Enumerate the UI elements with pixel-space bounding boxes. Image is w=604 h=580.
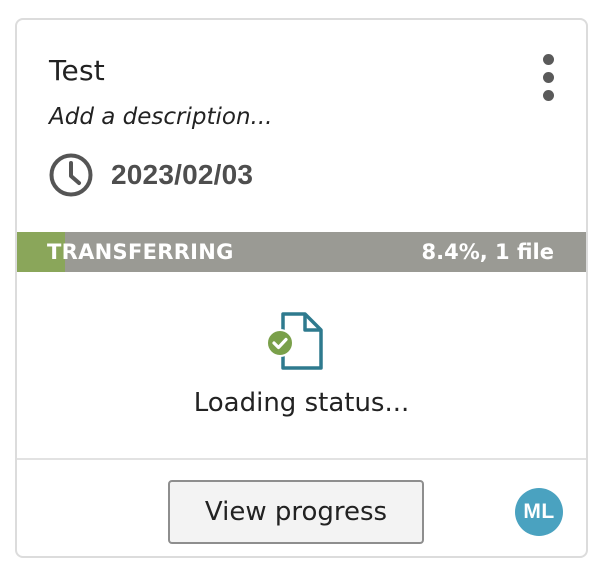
more-options-button[interactable] bbox=[533, 54, 563, 102]
date-row: 2023/02/03 bbox=[49, 152, 253, 198]
transfer-card: Test Add a description... 2023/02/03 TRA… bbox=[15, 18, 588, 558]
status-section: Loading status... bbox=[17, 272, 586, 458]
kebab-menu-icon bbox=[543, 54, 554, 65]
progress-text: 8.4%, 1 file bbox=[421, 240, 554, 264]
clock-icon bbox=[49, 153, 93, 197]
view-progress-button[interactable]: View progress bbox=[168, 480, 424, 544]
user-avatar[interactable]: ML bbox=[515, 488, 563, 536]
status-label: TRANSFERRING bbox=[47, 240, 234, 264]
loading-status-text: Loading status... bbox=[193, 388, 410, 418]
card-header: Test Add a description... 2023/02/03 bbox=[17, 20, 586, 230]
transfer-status-bar: TRANSFERRING 8.4%, 1 file bbox=[17, 232, 586, 272]
kebab-menu-icon-dot bbox=[543, 72, 554, 83]
kebab-menu-icon-dot bbox=[543, 90, 554, 101]
file-check-icon bbox=[263, 310, 325, 372]
date-label: 2023/02/03 bbox=[111, 159, 254, 190]
page-background bbox=[0, 0, 604, 18]
card-footer: View progress ML bbox=[17, 460, 586, 556]
description-field[interactable]: Add a description... bbox=[49, 104, 272, 130]
card-title[interactable]: Test bbox=[49, 54, 105, 87]
